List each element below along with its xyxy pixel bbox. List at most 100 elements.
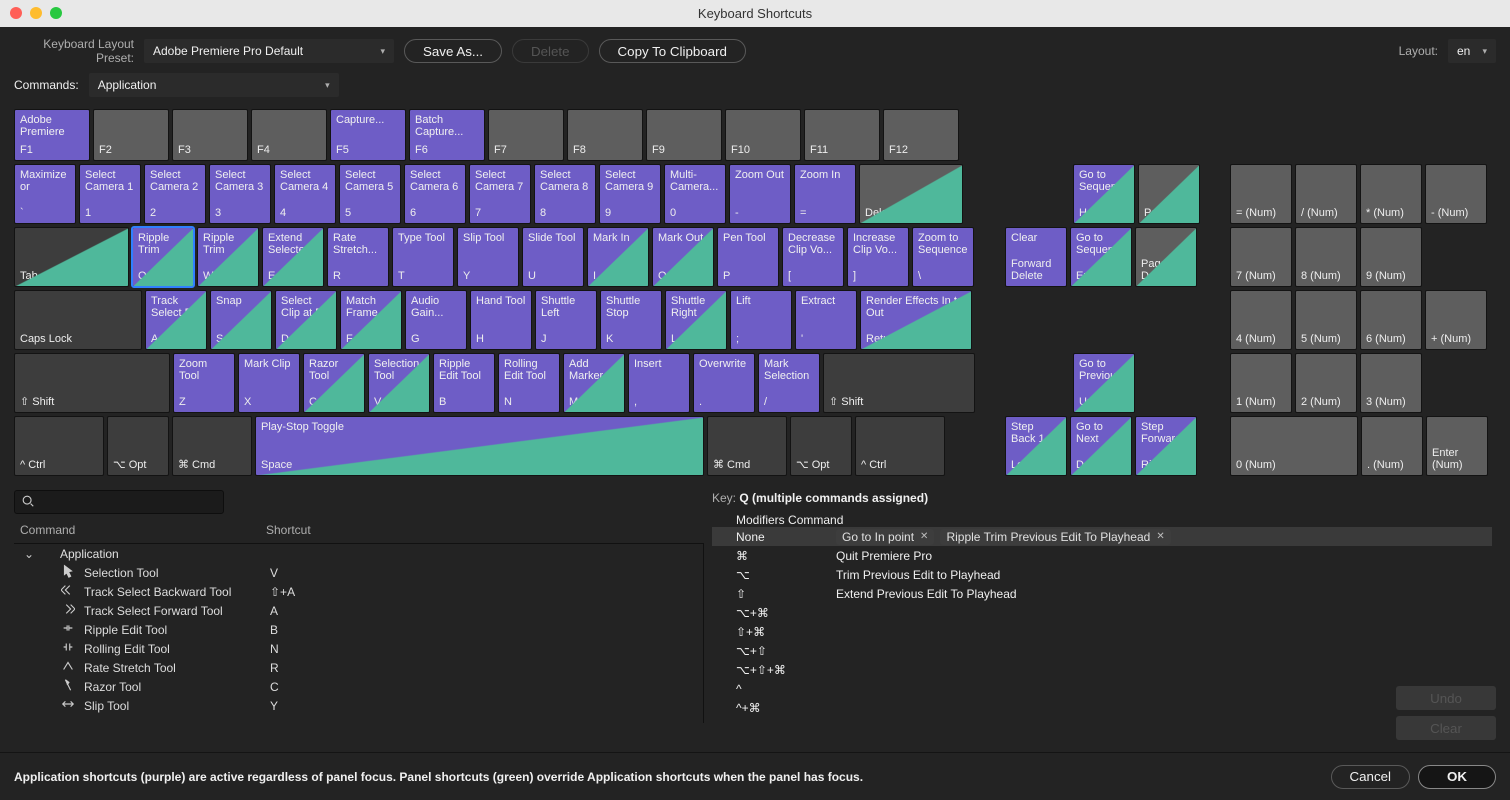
key-6[interactable]: Select Camera 66 bbox=[404, 164, 466, 224]
modifier-row[interactable]: NoneGo to In point✕Ripple Trim Previous … bbox=[712, 527, 1492, 546]
key-f3[interactable]: F3 bbox=[172, 109, 248, 161]
cancel-button[interactable]: Cancel bbox=[1331, 765, 1411, 789]
key--[interactable]: Zoom to Sequence\ bbox=[912, 227, 974, 287]
key-s[interactable]: SnapS bbox=[210, 290, 272, 350]
zoom-icon[interactable] bbox=[50, 7, 62, 19]
ok-button[interactable]: OK bbox=[1418, 765, 1496, 789]
key-3[interactable]: Select Camera 33 bbox=[209, 164, 271, 224]
key-q[interactable]: Ripple TrimQ bbox=[132, 227, 194, 287]
key--opt[interactable]: ⌥ Opt bbox=[107, 416, 169, 476]
key-i[interactable]: Mark InI bbox=[587, 227, 649, 287]
layout-select[interactable]: en ▾ bbox=[1448, 39, 1496, 63]
key-o[interactable]: Mark OutO bbox=[652, 227, 714, 287]
list-item[interactable]: Selection ToolV bbox=[14, 563, 699, 582]
modifiers-list[interactable]: NoneGo to In point✕Ripple Trim Previous … bbox=[712, 527, 1496, 723]
modifier-row[interactable]: ⇧Extend Previous Edit To Playhead bbox=[712, 584, 1492, 603]
key--ctrl[interactable]: ^ Ctrl bbox=[14, 416, 104, 476]
list-item[interactable]: Rolling Edit ToolN bbox=[14, 639, 699, 658]
key-1-num-[interactable]: 1 (Num) bbox=[1230, 353, 1292, 413]
close-icon[interactable]: ✕ bbox=[920, 531, 928, 542]
key-2[interactable]: Select Camera 22 bbox=[144, 164, 206, 224]
key--num-[interactable]: . (Num) bbox=[1361, 416, 1423, 476]
key--[interactable]: Zoom In= bbox=[794, 164, 856, 224]
key-home[interactable]: Go to Sequen...Home bbox=[1073, 164, 1135, 224]
key--num-[interactable]: + (Num) bbox=[1425, 290, 1487, 350]
key-r[interactable]: Rate Stretch...R bbox=[327, 227, 389, 287]
list-item[interactable]: Track Select Forward ToolA bbox=[14, 601, 699, 620]
key--[interactable]: Extract' bbox=[795, 290, 857, 350]
key-a[interactable]: Track Select F...A bbox=[145, 290, 207, 350]
command-pill[interactable]: Ripple Trim Previous Edit To Playhead✕ bbox=[940, 529, 1170, 545]
key--[interactable]: Insert, bbox=[628, 353, 690, 413]
key--shift[interactable]: ⇧ Shift bbox=[823, 353, 975, 413]
key-k[interactable]: Shuttle StopK bbox=[600, 290, 662, 350]
key-j[interactable]: Shuttle LeftJ bbox=[535, 290, 597, 350]
key-f12[interactable]: F12 bbox=[883, 109, 959, 161]
key-5[interactable]: Select Camera 55 bbox=[339, 164, 401, 224]
minimize-icon[interactable] bbox=[30, 7, 42, 19]
key-forward-delete[interactable]: ClearForward Delete bbox=[1005, 227, 1067, 287]
key-delete[interactable]: Delete bbox=[859, 164, 963, 224]
key-e[interactable]: Extend Selecte...E bbox=[262, 227, 324, 287]
key-page-up[interactable]: Page Up bbox=[1138, 164, 1200, 224]
modifier-row[interactable]: ⌥+⌘ bbox=[712, 603, 1492, 622]
key--shift[interactable]: ⇧ Shift bbox=[14, 353, 170, 413]
key-f6[interactable]: Batch Capture...F6 bbox=[409, 109, 485, 161]
key-f11[interactable]: F11 bbox=[804, 109, 880, 161]
key--num-[interactable]: = (Num) bbox=[1230, 164, 1292, 224]
key-tab[interactable]: Tab bbox=[14, 227, 129, 287]
key-x[interactable]: Mark ClipX bbox=[238, 353, 300, 413]
key--num-[interactable]: - (Num) bbox=[1425, 164, 1487, 224]
key--[interactable]: Lift; bbox=[730, 290, 792, 350]
key-0-num-[interactable]: 0 (Num) bbox=[1230, 416, 1358, 476]
key--[interactable]: Decrease Clip Vo...[ bbox=[782, 227, 844, 287]
key-f10[interactable]: F10 bbox=[725, 109, 801, 161]
save-as-button[interactable]: Save As... bbox=[404, 39, 502, 63]
modifier-row[interactable]: ⌘Quit Premiere Pro bbox=[712, 546, 1492, 565]
key-u[interactable]: Slide ToolU bbox=[522, 227, 584, 287]
key-b[interactable]: Ripple Edit ToolB bbox=[433, 353, 495, 413]
key-left[interactable]: Step Back 1 FrameLeft bbox=[1005, 416, 1067, 476]
modifier-row[interactable]: ⌥+⇧+⌘ bbox=[712, 660, 1492, 679]
modifier-row[interactable]: ⇧+⌘ bbox=[712, 622, 1492, 641]
commands-select[interactable]: Application ▾ bbox=[89, 73, 339, 97]
key-space[interactable]: Play-Stop ToggleSpace bbox=[255, 416, 704, 476]
key-d[interactable]: Select Clip at P...D bbox=[275, 290, 337, 350]
modifier-row[interactable]: ^ bbox=[712, 679, 1492, 698]
key-f9[interactable]: F9 bbox=[646, 109, 722, 161]
key-f1[interactable]: Adobe PremiereF1 bbox=[14, 109, 90, 161]
key-1[interactable]: Select Camera 11 bbox=[79, 164, 141, 224]
key-v[interactable]: Selection ToolV bbox=[368, 353, 430, 413]
key-caps-lock[interactable]: Caps Lock bbox=[14, 290, 142, 350]
key-w[interactable]: Ripple TrimW bbox=[197, 227, 259, 287]
key-5-num-[interactable]: 5 (Num) bbox=[1295, 290, 1357, 350]
list-item[interactable]: Ripple Edit ToolB bbox=[14, 620, 699, 639]
key--[interactable]: Increase Clip Vo...] bbox=[847, 227, 909, 287]
key--cmd[interactable]: ⌘ Cmd bbox=[707, 416, 787, 476]
key-4-num-[interactable]: 4 (Num) bbox=[1230, 290, 1292, 350]
key-f2[interactable]: F2 bbox=[93, 109, 169, 161]
key--[interactable]: Mark Selection/ bbox=[758, 353, 820, 413]
key--[interactable]: Overwrite. bbox=[693, 353, 755, 413]
key-8-num-[interactable]: 8 (Num) bbox=[1295, 227, 1357, 287]
modifier-row[interactable]: ⌥+⇧ bbox=[712, 641, 1492, 660]
list-item[interactable]: Track Select Backward Tool⇧+A bbox=[14, 582, 699, 601]
key-p[interactable]: Pen ToolP bbox=[717, 227, 779, 287]
key-page-down[interactable]: Page Down bbox=[1135, 227, 1197, 287]
command-pill[interactable]: Go to In point✕ bbox=[836, 529, 934, 545]
key-c[interactable]: Razor ToolC bbox=[303, 353, 365, 413]
key-0[interactable]: Multi-Camera...0 bbox=[664, 164, 726, 224]
key-7-num-[interactable]: 7 (Num) bbox=[1230, 227, 1292, 287]
key-9-num-[interactable]: 9 (Num) bbox=[1360, 227, 1422, 287]
key-f4[interactable]: F4 bbox=[251, 109, 327, 161]
key-up[interactable]: Go to Previou...Up bbox=[1073, 353, 1135, 413]
key-6-num-[interactable]: 6 (Num) bbox=[1360, 290, 1422, 350]
key-4[interactable]: Select Camera 44 bbox=[274, 164, 336, 224]
key-9[interactable]: Select Camera 99 bbox=[599, 164, 661, 224]
list-item[interactable]: Slip ToolY bbox=[14, 696, 699, 715]
modifier-row[interactable]: ^+⌘ bbox=[712, 698, 1492, 717]
key-n[interactable]: Rolling Edit ToolN bbox=[498, 353, 560, 413]
key--num-[interactable]: / (Num) bbox=[1295, 164, 1357, 224]
key-f[interactable]: Match FrameF bbox=[340, 290, 402, 350]
key-down[interactable]: Go to NextDown bbox=[1070, 416, 1132, 476]
